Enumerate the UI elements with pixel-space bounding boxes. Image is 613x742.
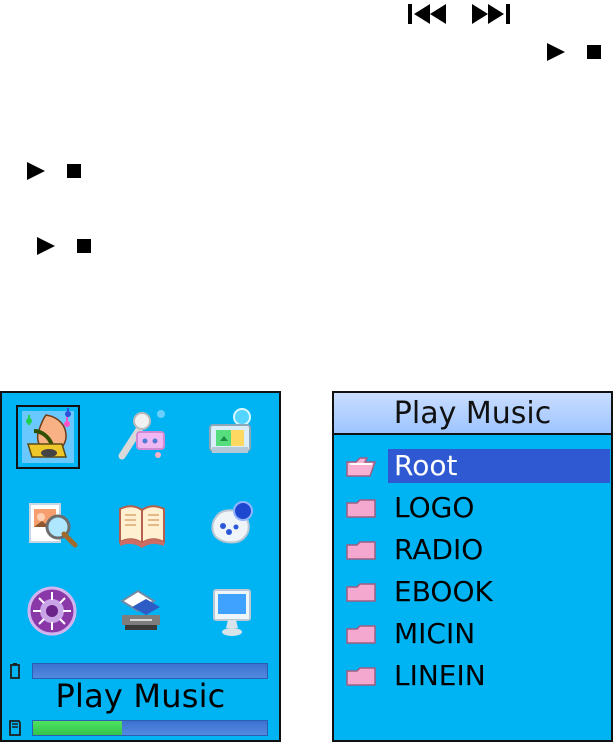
top-controls-row-2 [544, 38, 602, 66]
folder-label: MICIN [394, 617, 476, 650]
folder-icon [334, 655, 388, 697]
folder-icon [334, 613, 388, 655]
controls-row-3 [24, 157, 82, 185]
list-item[interactable]: Root [334, 445, 611, 487]
folder-label: Root [388, 449, 610, 483]
stop-icon[interactable] [66, 163, 82, 179]
list-item[interactable]: EBOOK [334, 571, 611, 613]
menu-title: Play Music [55, 677, 226, 715]
list-item[interactable]: LINEIN [334, 655, 611, 697]
main-menu-screen: Play Music [0, 391, 281, 742]
folder-icon [334, 487, 388, 529]
file-manager-icon[interactable] [110, 579, 174, 643]
memory-card-icon [8, 719, 22, 737]
play-icon[interactable] [24, 159, 48, 183]
browser-title: Play Music [334, 393, 611, 435]
microphone-recorder-icon[interactable] [110, 405, 174, 469]
folder-list: Root LOGO RADIO EBOOK MICIN LINEIN [334, 445, 611, 697]
play-icon[interactable] [544, 40, 568, 64]
ebook-icon[interactable] [110, 493, 174, 557]
stop-icon[interactable] [76, 238, 92, 254]
picture-viewer-icon[interactable] [200, 405, 264, 469]
next-track-icon[interactable] [468, 0, 512, 28]
folder-label: LINEIN [394, 659, 486, 692]
previous-track-icon[interactable] [406, 0, 450, 28]
settings-disc-icon[interactable] [20, 579, 84, 643]
folder-label: LOGO [394, 491, 475, 524]
folder-icon [334, 571, 388, 613]
list-item[interactable]: LOGO [334, 487, 611, 529]
playback-progress-bar[interactable] [32, 720, 268, 736]
folder-icon [334, 529, 388, 571]
list-item[interactable]: MICIN [334, 613, 611, 655]
music-player-icon[interactable] [16, 405, 80, 469]
game-controller-icon[interactable] [200, 493, 264, 557]
playback-progress-fill [33, 721, 122, 735]
file-browser-screen: Play Music Root LOGO RADIO EBOOK MICIN L… [332, 391, 613, 742]
playback-status-row [8, 718, 268, 738]
computer-monitor-icon[interactable] [200, 579, 264, 643]
stop-icon[interactable] [586, 44, 602, 60]
controls-row-4 [34, 232, 92, 260]
folder-label: EBOOK [394, 575, 493, 608]
folder-label: RADIO [394, 533, 484, 566]
battery-icon [8, 662, 22, 680]
list-item[interactable]: RADIO [334, 529, 611, 571]
play-icon[interactable] [34, 234, 58, 258]
open-folder-icon [334, 445, 388, 487]
photo-search-icon[interactable] [20, 493, 84, 557]
top-controls-row-1 [406, 0, 512, 28]
